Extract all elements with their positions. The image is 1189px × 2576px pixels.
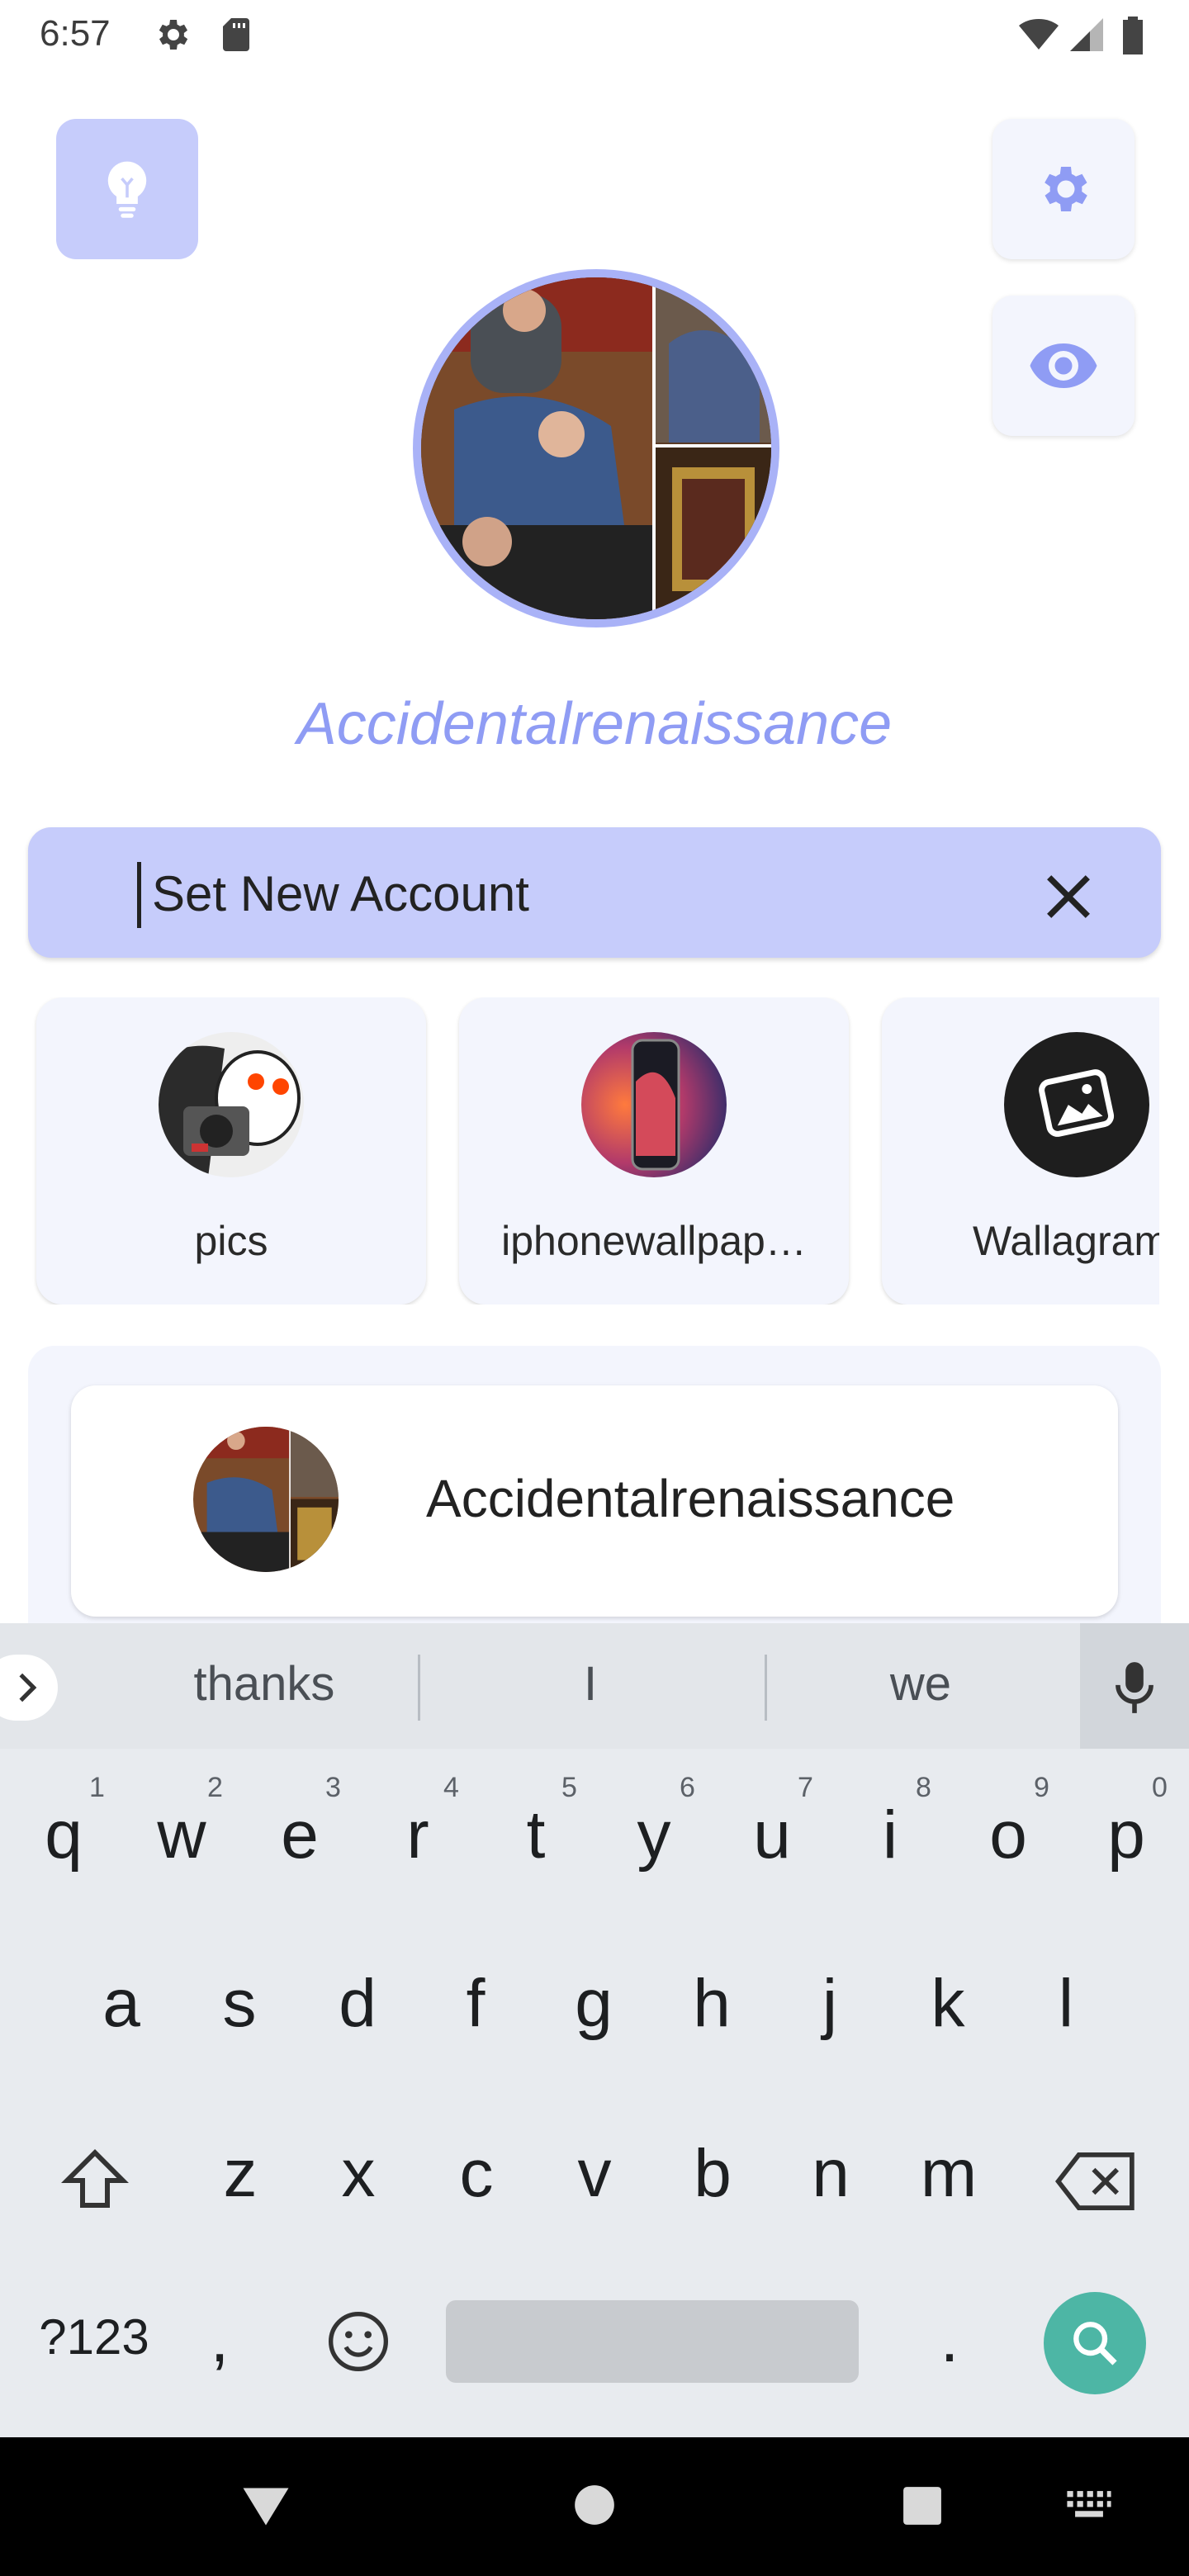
key-l[interactable]: l [1012, 1965, 1120, 2043]
key-d[interactable]: d [304, 1965, 411, 2043]
key-n[interactable]: n [777, 2135, 884, 2213]
backspace-icon [1054, 2152, 1135, 2210]
system-nav-bar [0, 2437, 1189, 2576]
search-key[interactable] [1044, 2292, 1146, 2394]
key-w[interactable]: w [128, 1797, 235, 1874]
key-hint-number: 3 [325, 1772, 341, 1803]
recents-icon[interactable] [902, 2485, 943, 2526]
key-f[interactable]: f [422, 1965, 529, 2043]
key-c[interactable]: c [423, 2135, 530, 2213]
key-hint-number: 9 [1034, 1772, 1049, 1803]
key-a[interactable]: a [68, 1965, 175, 2043]
key-m[interactable]: m [895, 2135, 1002, 2213]
mic-icon [1116, 1662, 1153, 1713]
chip-label: iphonewallpap… [501, 1218, 807, 1264]
backspace-key[interactable] [1054, 2148, 1138, 2214]
sd-card-icon [223, 18, 249, 51]
voice-input-key[interactable] [1080, 1623, 1189, 1749]
key-t[interactable]: t [482, 1797, 590, 1874]
search-icon [1073, 2322, 1117, 2365]
key-hint-number: 1 [89, 1772, 105, 1803]
suggestion-divider [418, 1655, 420, 1721]
settings-button[interactable] [992, 119, 1135, 259]
gear-icon [1045, 167, 1087, 211]
profile-avatar[interactable] [421, 277, 771, 619]
period-key[interactable]: . [917, 2300, 983, 2378]
suggestion-2[interactable]: I [462, 1656, 718, 1712]
key-hint-number: 2 [207, 1772, 223, 1803]
account-search-field[interactable] [28, 827, 1161, 958]
wifi-icon [1019, 19, 1059, 50]
key-z[interactable]: z [187, 2135, 294, 2213]
preview-button[interactable] [992, 296, 1135, 436]
key-u[interactable]: u [718, 1797, 826, 1874]
shift-key[interactable] [58, 2143, 132, 2218]
chevron-right-icon [19, 1673, 37, 1702]
key-j[interactable]: j [776, 1965, 883, 2043]
suggestion-1[interactable]: thanks [132, 1656, 396, 1712]
space-key[interactable] [446, 2300, 859, 2383]
soft-keyboard: thanks I we ?123 , . q 1 w 2 e 3 r 4 t 5… [0, 1623, 1189, 2437]
key-hint-number: 4 [443, 1772, 459, 1803]
suggested-accounts: pics iphonewallpap… Wallagram [0, 997, 1159, 1305]
key-b[interactable]: b [659, 2135, 766, 2213]
suggestion-strip: thanks I we [0, 1623, 1189, 1749]
signal-icon [1070, 18, 1103, 51]
chip-iphonewallpapers[interactable]: iphonewallpap… [459, 997, 849, 1305]
result-name: Accidentalrenaissance [426, 1469, 955, 1528]
home-icon[interactable] [573, 2484, 616, 2526]
key-y[interactable]: y [600, 1797, 708, 1874]
emoji-icon [329, 2312, 388, 2371]
shift-icon [61, 2149, 129, 2208]
key-hint-number: 5 [561, 1772, 577, 1803]
status-bar: 6:57 [0, 0, 1189, 69]
bulb-icon [107, 161, 147, 218]
key-v[interactable]: v [541, 2135, 648, 2213]
key-x[interactable]: x [305, 2135, 412, 2213]
status-time: 6:57 [40, 13, 111, 54]
result-avatar [193, 1427, 339, 1572]
key-k[interactable]: k [894, 1965, 1002, 2043]
key-o[interactable]: o [955, 1797, 1062, 1874]
chip-avatar [1004, 1032, 1149, 1177]
chip-avatar [159, 1032, 304, 1177]
chip-avatar [581, 1032, 727, 1177]
chip-label: pics [194, 1218, 268, 1264]
key-hint-number: 7 [798, 1772, 813, 1803]
key-s[interactable]: s [186, 1965, 293, 2043]
key-r[interactable]: r [364, 1797, 471, 1874]
suggestion-3[interactable]: we [793, 1656, 1049, 1712]
suggestion-expand-button[interactable] [0, 1655, 58, 1721]
chip-pics[interactable]: pics [36, 997, 426, 1305]
suggestion-divider [765, 1655, 767, 1721]
key-e[interactable]: e [246, 1797, 353, 1874]
eye-icon [1030, 343, 1097, 388]
tips-button[interactable] [56, 119, 198, 259]
key-h[interactable]: h [658, 1965, 765, 2043]
chip-label: Wallagram [973, 1218, 1159, 1264]
key-hint-number: 0 [1152, 1772, 1168, 1803]
chip-wallagram[interactable]: Wallagram [882, 997, 1159, 1305]
account-title: Accidentalrenaissance [296, 691, 893, 757]
account-search-input[interactable] [152, 860, 895, 926]
close-icon[interactable] [1035, 864, 1101, 930]
key-i[interactable]: i [836, 1797, 944, 1874]
key-hint-number: 6 [680, 1772, 695, 1803]
comma-key[interactable]: , [187, 2300, 253, 2378]
result-item[interactable]: Accidentalrenaissance [71, 1385, 1118, 1617]
key-q[interactable]: q [10, 1797, 117, 1874]
text-cursor [137, 862, 141, 928]
back-icon[interactable] [241, 2485, 291, 2528]
gear-icon [159, 20, 188, 50]
battery-icon [1123, 17, 1143, 54]
key-g[interactable]: g [540, 1965, 647, 2043]
key-p[interactable]: p [1073, 1797, 1180, 1874]
key-hint-number: 8 [916, 1772, 931, 1803]
keyboard-switch-icon[interactable] [1065, 2488, 1113, 2522]
emoji-key[interactable] [325, 2308, 391, 2375]
app-screen: 6:57 Accidentalrenaissance Set New Accou… [0, 0, 1189, 2576]
symbols-key[interactable]: ?123 [36, 2308, 152, 2365]
